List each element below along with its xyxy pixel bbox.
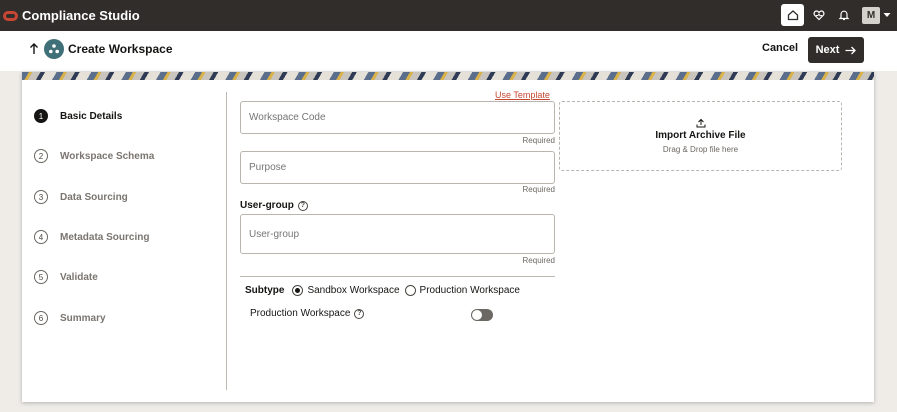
subtype-radio-group: Subtype Sandbox Workspace Production Wor…	[245, 285, 525, 296]
toggle-knob	[472, 310, 482, 320]
workspace-icon	[44, 39, 64, 59]
workspace-code-input[interactable]	[241, 112, 554, 123]
page-header: Create Workspace Cancel Next	[0, 31, 897, 71]
purpose-required: Required	[522, 185, 555, 194]
arrow-right-icon	[845, 46, 857, 54]
subtype-label: Subtype	[245, 285, 285, 296]
heart-pulse-icon	[813, 10, 825, 21]
bell-icon	[838, 10, 850, 21]
production-workspace-toggle[interactable]	[471, 309, 493, 321]
workspace-code-required: Required	[522, 136, 555, 145]
next-button[interactable]: Next	[808, 37, 864, 63]
user-group-label-text: User-group	[240, 200, 294, 211]
user-group-input[interactable]	[241, 228, 554, 240]
step-label: Workspace Schema	[60, 150, 155, 162]
help-icon[interactable]: ?	[354, 308, 365, 319]
use-template-link[interactable]: Use Template	[495, 90, 550, 100]
upload-icon	[696, 118, 705, 128]
step-label: Metadata Sourcing	[60, 231, 150, 243]
production-workspace-label[interactable]: Production Workspace	[420, 285, 520, 296]
chevron-down-icon[interactable]	[883, 12, 891, 18]
step-label: Validate	[60, 271, 98, 283]
production-workspace-radio[interactable]	[404, 285, 416, 296]
step-metadata-sourcing[interactable]: 4 Metadata Sourcing	[34, 230, 149, 244]
heart-pulse-button[interactable]	[808, 4, 830, 26]
step-number: 6	[34, 311, 48, 325]
sandbox-workspace-radio[interactable]	[292, 285, 304, 296]
import-archive-title: Import Archive File	[655, 130, 746, 141]
oracle-logo-icon	[3, 10, 18, 21]
page-title: Create Workspace	[68, 42, 173, 56]
production-workspace-row: Production Workspace ?	[250, 308, 365, 319]
home-icon	[787, 10, 798, 21]
decorative-banner	[22, 72, 874, 80]
user-group-required: Required	[522, 256, 555, 265]
step-number: 5	[34, 270, 48, 284]
top-actions: M	[781, 4, 891, 26]
step-basic-details[interactable]: 1 Basic Details	[34, 109, 122, 123]
sandbox-workspace-label[interactable]: Sandbox Workspace	[307, 285, 399, 296]
purpose-field[interactable]	[240, 151, 555, 184]
back-arrow-icon[interactable]	[29, 42, 39, 55]
next-button-label: Next	[815, 44, 840, 56]
production-workspace-toggle-label: Production Workspace	[250, 308, 351, 319]
help-icon[interactable]: ?	[297, 200, 308, 211]
form-divider	[240, 276, 555, 277]
purpose-input[interactable]	[241, 162, 554, 173]
top-bar: Compliance Studio M	[0, 0, 897, 31]
step-number: 2	[34, 149, 48, 163]
notifications-button[interactable]	[833, 4, 855, 26]
step-data-sourcing[interactable]: 3 Data Sourcing	[34, 190, 128, 204]
steps-divider	[226, 92, 227, 390]
step-number: 1	[34, 109, 48, 123]
step-label: Summary	[60, 312, 106, 324]
user-avatar[interactable]: M	[862, 6, 880, 24]
step-label: Data Sourcing	[60, 191, 128, 203]
step-number: 4	[34, 230, 48, 244]
step-workspace-schema[interactable]: 2 Workspace Schema	[34, 149, 154, 163]
user-group-field[interactable]	[240, 214, 555, 254]
wizard-card: 1 Basic Details 2 Workspace Schema 3 Dat…	[22, 72, 874, 402]
step-validate[interactable]: 5 Validate	[34, 270, 98, 284]
step-label: Basic Details	[60, 110, 123, 122]
home-button[interactable]	[781, 4, 804, 26]
step-summary[interactable]: 6 Summary	[34, 311, 106, 325]
workspace-code-field[interactable]	[240, 101, 555, 134]
user-group-label: User-group ?	[240, 200, 308, 211]
import-archive-dropzone[interactable]: Import Archive File Drag & Drop file her…	[559, 101, 842, 171]
import-archive-subtitle: Drag & Drop file here	[662, 145, 739, 154]
step-number: 3	[34, 190, 48, 204]
cancel-button[interactable]: Cancel	[762, 42, 798, 54]
app-title: Compliance Studio	[22, 8, 140, 23]
